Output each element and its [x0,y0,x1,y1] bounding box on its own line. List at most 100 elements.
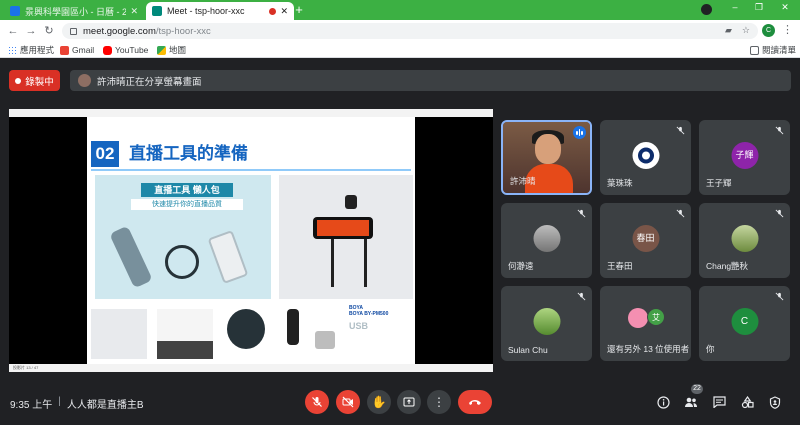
browser-menu-icon[interactable]: ⋮ [782,23,793,36]
tripod-panel [279,175,413,299]
others-avatar: 艾 [647,308,665,326]
close-window-icon[interactable]: ✕ [778,2,792,13]
meet-favicon-icon [152,6,162,16]
camera-toggle-button[interactable] [336,390,360,414]
reload-icon[interactable]: ↻ [42,24,56,38]
participant-tile-speaker[interactable]: 許沛晴 [501,120,592,195]
downloads-icon[interactable] [701,4,712,15]
participant-tile-others[interactable]: 艾 還有另外 13 位使用者 [600,286,691,361]
tab-meet[interactable]: Meet - tsp-hoor-xxc ✕ [146,2,294,20]
microphone-toggle-button[interactable] [305,390,329,414]
host-controls-button[interactable] [767,394,783,410]
close-tab-icon[interactable]: ✕ [130,6,138,17]
participant-name: 王子輝 [706,178,732,188]
participant-name: 王春田 [607,261,633,271]
camera-off-icon [342,396,354,408]
mic-off-icon [676,209,685,218]
meeting-info: 9:35 上午 | 人人都是直播主B [10,396,144,411]
participant-tile[interactable]: 春田 王春田 [600,203,691,278]
profile-avatar[interactable]: C [762,24,775,37]
meeting-controls-bar: 9:35 上午 | 人人都是直播主B ✋ ⋮ 22 [0,384,800,425]
mic-off-icon [577,209,586,218]
participant-tile[interactable]: 子輝 王子輝 [699,120,790,195]
hand-icon: ✋ [371,395,387,409]
more-options-button[interactable]: ⋮ [427,390,451,414]
meeting-name: 人人都是直播主B [66,400,144,411]
reading-list-icon [750,45,759,55]
participant-tile[interactable]: Sulan Chu [501,286,592,361]
more-vert-icon: ⋮ [433,395,445,409]
present-now-button[interactable] [397,390,421,414]
address-bar[interactable]: meet.google.com/tsp-hoor-xxc ▰ ☆ [62,23,758,39]
bookmark-label: 地圖 [169,45,187,55]
lavalier-mic-image [287,309,299,345]
bookmark-gmail[interactable]: Gmail [60,44,94,56]
receiver-image [315,331,335,349]
presentation-slide: 02 直播工具的準備 直播工具 懶人包 快速提升你的直播品質 BOYA BOYA… [87,117,415,364]
participant-count-badge: 22 [691,384,703,394]
participant-name: 許沛晴 [510,176,536,186]
chat-icon [712,396,726,408]
forward-arrow-icon[interactable]: → [24,24,38,38]
meeting-details-button[interactable] [655,394,671,410]
activities-button[interactable] [739,394,755,410]
participant-name: 還有另外 13 位使用者 [607,344,690,354]
title-divider [91,169,411,171]
participant-tile-self[interactable]: C 你 [699,286,790,361]
people-icon [685,397,697,407]
participant-tile[interactable]: 葉珠珠 [600,120,691,195]
tab-calendar[interactable]: 景興科學園區小 - 日曆 - 2021年... ✕ [4,2,144,20]
url-host: meet.google.com [83,25,156,37]
participant-name: 葉珠珠 [607,178,633,188]
participant-avatar [632,142,659,169]
reading-list[interactable]: 閱讀清單 [750,44,796,56]
meet-stage: 錄製中 許沛晴正在分享螢幕畫面 02 直播工具的準備 直播工具 懶人包 快速提升… [0,58,800,425]
youtube-icon [103,45,112,55]
powerpoint-statusbar: 投影片 13 / 47 [9,364,493,372]
bookmark-youtube[interactable]: YouTube [103,44,148,56]
recording-badge[interactable]: 錄製中 [9,70,60,91]
present-screen-icon [403,397,415,407]
speaking-indicator-icon [573,126,586,139]
people-button[interactable] [683,394,699,410]
emblem-icon [633,143,658,168]
raise-hand-button[interactable]: ✋ [367,390,391,414]
participant-name: 何瀞遠 [508,261,534,271]
lock-icon [70,27,77,35]
participant-avatar: C [731,308,758,335]
bookmark-label: YouTube [115,45,149,55]
close-tab-icon[interactable]: ✕ [280,6,288,17]
slide-title: 直播工具的準備 [129,144,248,163]
participant-tile[interactable]: 何瀞遠 [501,203,592,278]
leave-call-button[interactable] [458,390,492,414]
recording-indicator-icon [269,7,277,15]
minimize-icon[interactable]: – [728,2,742,12]
browser-tab-strip: 景興科學園區小 - 日曆 - 2021年... ✕ Meet - tsp-hoo… [0,0,800,20]
powerpoint-titlebar [9,109,493,117]
shapes-icon [741,395,754,408]
chat-button[interactable] [711,394,727,410]
others-avatar-photo [628,308,648,328]
tab-label: 景興科學園區小 - 日曆 - 2021年... [25,6,127,17]
bookmark-maps[interactable]: 地圖 [157,44,186,56]
reading-list-label: 閱讀清單 [762,45,797,55]
mic-off-icon [775,292,784,301]
bookmark-star-icon[interactable]: ☆ [742,25,750,36]
maximize-icon[interactable]: ❐ [752,2,766,13]
calendar-favicon-icon [10,6,20,16]
participant-tile[interactable]: Chang艷秋 [699,203,790,278]
mini-tripod-image [157,309,213,359]
slide-number: 02 [91,141,119,167]
new-tab-button[interactable]: + [292,2,306,18]
camera-in-use-icon[interactable]: ▰ [725,25,732,36]
mic-off-icon [775,126,784,135]
gmail-icon [60,45,69,55]
product-strip: BOYA BOYA BY-PM500 USB [87,303,415,364]
shared-screen[interactable]: 02 直播工具的準備 直播工具 懶人包 快速提升你的直播品質 BOYA BOYA… [9,109,493,372]
bookmark-apps[interactable]: 應用程式 [8,44,54,56]
panel-subheading: 快速提升你的直播品質 [131,199,243,210]
gimbal-image [109,225,153,289]
browser-toolbar: ← → ↻ meet.google.com/tsp-hoor-xxc ▰ ☆ C… [0,20,800,42]
tab-label: Meet - tsp-hoor-xxc [167,6,245,16]
back-arrow-icon[interactable]: ← [6,24,20,38]
